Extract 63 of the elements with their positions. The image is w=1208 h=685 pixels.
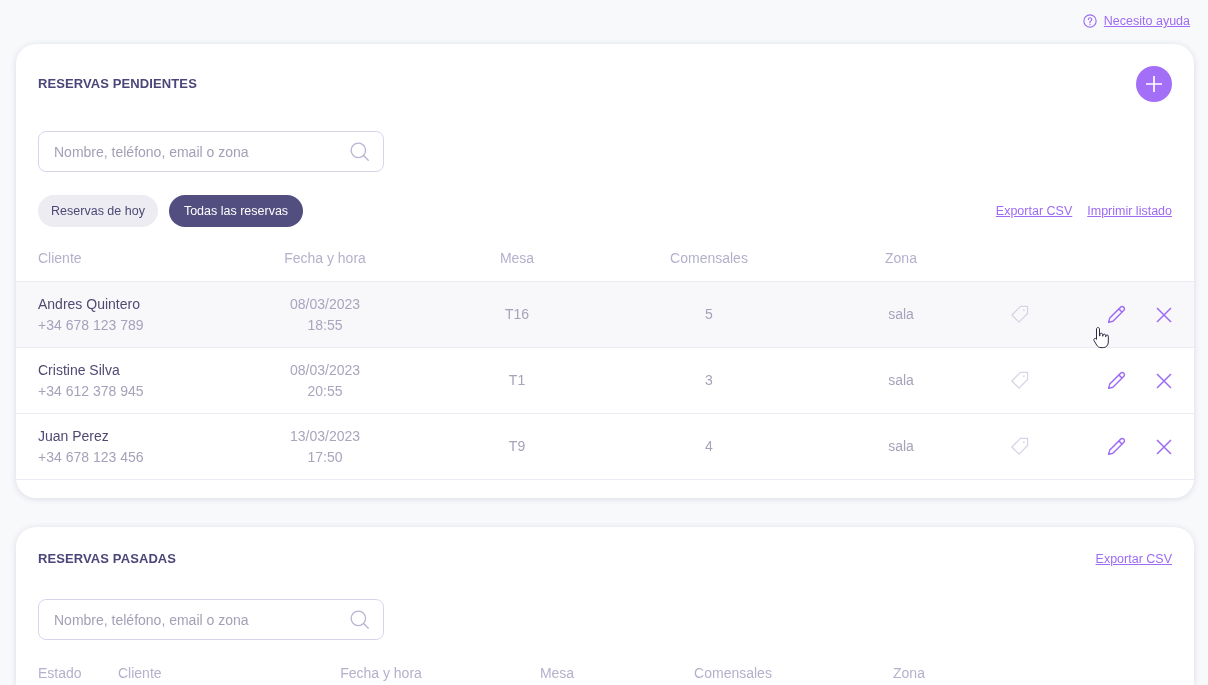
reservation-time: 20:55 [307,381,343,401]
column-header: Fecha y hora [284,249,366,268]
zone-name: sala [888,437,914,456]
help-icon [1082,14,1097,29]
guest-count: 3 [705,371,713,390]
column-header: Mesa [499,249,535,268]
pencil-icon [1107,437,1126,456]
reservation-time: 17:50 [307,447,343,467]
delete-button[interactable] [1156,372,1172,389]
column-header: Estado [38,665,82,681]
reservation-time: 18:55 [307,315,343,335]
link[interactable]: Exportar CSV [1095,549,1172,569]
client-phone: +34 612 378 945 [38,381,144,401]
link[interactable]: Imprimir listado [1087,201,1172,221]
guest-count: 5 [705,305,713,324]
zone-name: sala [888,305,914,324]
column-header: Cliente [118,665,162,681]
reservation-date: 13/03/2023 [289,426,361,446]
column-header: Comensales [694,665,772,681]
close-icon [1156,372,1172,389]
delete-button[interactable] [1156,438,1172,455]
column-header: Zona [893,665,925,681]
table-row[interactable]: Cristine Silva +34 612 378 945 08/03/2023 20:55 T1 3 sala [16,348,1194,414]
edit-button[interactable] [1107,437,1126,456]
section-title: RESERVAS PENDIENTES [38,75,197,94]
search-field[interactable]: Nombre, teléfono, email o zona [38,131,384,172]
client-name: Juan Perez [38,426,110,446]
hand-cursor-icon [1093,326,1110,351]
filter-tab[interactable]: Reservas de hoy [38,195,158,227]
reservation-date: 08/03/2023 [289,360,361,380]
search-field[interactable]: Nombre, teléfono, email o zona [38,599,384,640]
table-row[interactable]: Andres Quintero +34 678 123 789 08/03/2023 18:55 T16 5 sala [16,282,1194,348]
column-header: Cliente [38,249,82,268]
pencil-icon [1107,371,1126,390]
close-icon [1156,306,1172,323]
table-row[interactable]: Juan Perez +34 678 123 456 13/03/2023 17:50 T9 4 sala [16,414,1194,480]
section-title: RESERVAS PASADAS [38,550,177,569]
column-header: Comensales [670,249,748,268]
client-name: Andres Quintero [38,294,141,314]
column-header: Mesa [539,665,575,681]
edit-button[interactable] [1107,305,1126,324]
client-phone: +34 678 123 456 [38,447,144,467]
plus-icon [1145,75,1163,93]
zone-name: sala [888,371,914,390]
column-header: Zona [885,249,917,268]
search-icon [350,610,369,629]
reservation-date: 08/03/2023 [289,294,361,314]
table-number: T1 [508,371,526,390]
client-name: Cristine Silva [38,360,121,380]
column-header: Fecha y hora [340,665,422,681]
add-button[interactable] [1136,66,1172,102]
link[interactable]: Exportar CSV [995,201,1073,221]
close-icon [1156,438,1172,455]
edit-button[interactable] [1107,371,1126,390]
client-phone: +34 678 123 789 [38,315,144,335]
help-link[interactable]: Necesito ayuda [1103,12,1190,31]
guest-count: 4 [705,437,713,456]
table-number: T16 [504,305,530,324]
filter-tab[interactable]: Todas las reservas [169,195,303,227]
delete-button[interactable] [1156,306,1172,323]
table-number: T9 [508,437,526,456]
search-icon [350,142,369,161]
pencil-icon [1107,305,1126,324]
